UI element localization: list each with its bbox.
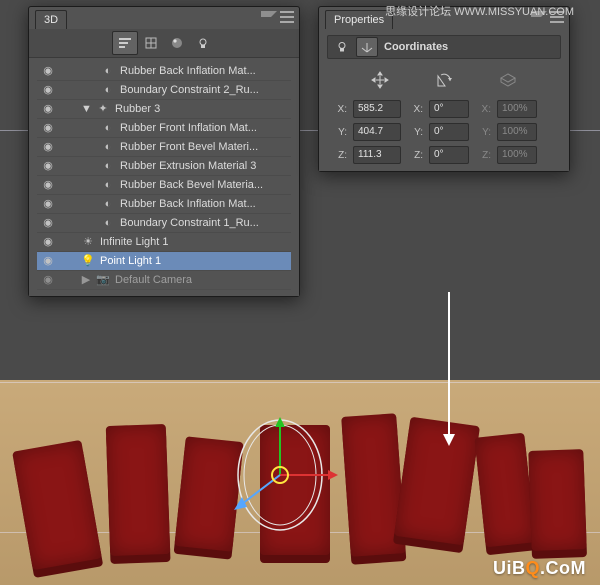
sun-light-icon: ☀ xyxy=(81,235,95,249)
coord-x-rotation[interactable]: 0° xyxy=(429,100,469,118)
coordinates-grid: X: 585.2 X: 0° X: 100% Y: 404.7 Y: 0° Y:… xyxy=(327,99,561,165)
coord-x-position[interactable]: 585.2 xyxy=(353,100,401,118)
tree-row[interactable]: ◉ ◐ Rubber Back Inflation Mat... xyxy=(37,62,291,81)
properties-panel[interactable]: Properties Coordinates X: 585.2 X: 0° X:… xyxy=(318,6,570,172)
coord-label: Z: xyxy=(475,150,491,161)
visibility-eye-icon[interactable]: ◉ xyxy=(41,216,55,230)
tree-label: Boundary Constraint 1_Ru... xyxy=(120,214,287,232)
tree-label: Rubber Front Bevel Materi... xyxy=(120,138,287,156)
panel-titlebar[interactable]: 3D xyxy=(29,7,299,29)
tree-row[interactable]: ◉ ◐ Boundary Constraint 1_Ru... xyxy=(37,214,291,233)
material-sphere-icon: ◐ xyxy=(101,140,115,154)
coord-label: Z: xyxy=(331,150,347,161)
tree-label: Boundary Constraint 2_Ru... xyxy=(120,81,287,99)
tree-label: Rubber Extrusion Material 3 xyxy=(120,157,287,175)
3d-text-scene xyxy=(10,395,590,580)
visibility-eye-icon[interactable]: ◉ xyxy=(41,197,55,211)
tree-row[interactable]: ◉ ◐ Rubber Front Bevel Materi... xyxy=(37,138,291,157)
panel-menu-icon[interactable] xyxy=(280,11,294,23)
tree-row[interactable]: ◉ 💡 Point Light 1 xyxy=(37,252,291,271)
coord-label: X: xyxy=(331,104,347,115)
tree-label: Rubber Front Inflation Mat... xyxy=(120,119,287,137)
coord-label: Z: xyxy=(407,150,423,161)
visibility-eye-icon[interactable]: ◉ xyxy=(41,102,55,116)
move-mode-icon[interactable] xyxy=(369,69,391,91)
rotate-mode-icon[interactable] xyxy=(433,69,455,91)
visibility-eye-icon[interactable]: ◉ xyxy=(41,235,55,249)
filter-mesh-icon[interactable] xyxy=(138,31,164,55)
filter-scene-icon[interactable] xyxy=(112,31,138,55)
tree-label: Rubber Back Inflation Mat... xyxy=(120,62,287,80)
coord-label: Y: xyxy=(331,127,347,138)
coordinates-tab-icon[interactable] xyxy=(356,37,378,57)
coord-y-rotation[interactable]: 0° xyxy=(429,123,469,141)
material-sphere-icon: ◐ xyxy=(101,83,115,97)
coord-z-rotation[interactable]: 0° xyxy=(429,146,469,164)
coord-z-scale: 100% xyxy=(497,146,537,164)
bulb-light-icon xyxy=(334,39,350,55)
tab-properties[interactable]: Properties xyxy=(325,10,393,29)
disclosure-triangle-icon[interactable]: ▶ xyxy=(81,271,91,289)
material-sphere-icon: ◐ xyxy=(101,64,115,78)
panel-flyout-icon[interactable] xyxy=(531,11,547,27)
coord-y-position[interactable]: 404.7 xyxy=(353,123,401,141)
tree-row[interactable]: ◉ ◐ Rubber Front Inflation Mat... xyxy=(37,119,291,138)
3d-filter-toolbar xyxy=(29,29,299,58)
filter-light-icon[interactable] xyxy=(190,31,216,55)
scene-tree[interactable]: ◉ ◐ Rubber Back Inflation Mat... ◉ ◐ Boundar… xyxy=(37,62,291,290)
panel-flyout-icon[interactable] xyxy=(261,11,277,27)
guide-line xyxy=(0,532,600,533)
tree-row[interactable]: ◉ ▼ ✦ Rubber 3 xyxy=(37,100,291,119)
coord-label: Y: xyxy=(407,127,423,138)
transform-mode-toolbar xyxy=(327,63,561,99)
coord-label: Y: xyxy=(475,127,491,138)
3d-panel[interactable]: 3D ◉ ◐ Rubber Back Inflation Mat... ◉ ◐ Boun… xyxy=(28,6,300,297)
tab-label: Properties xyxy=(334,14,384,26)
guide-line xyxy=(0,382,600,383)
coord-label: X: xyxy=(407,104,423,115)
material-sphere-icon: ◐ xyxy=(101,121,115,135)
tree-row[interactable]: ◉ ▶ 📷 Default Camera xyxy=(37,271,291,290)
tab-3d[interactable]: 3D xyxy=(35,10,67,29)
visibility-eye-icon[interactable]: ◉ xyxy=(41,83,55,97)
tab-label: 3D xyxy=(44,14,58,26)
coord-z-position[interactable]: 111.3 xyxy=(353,146,401,164)
tree-row[interactable]: ◉ ◐ Boundary Constraint 2_Ru... xyxy=(37,81,291,100)
bulb-light-icon: 💡 xyxy=(81,254,95,268)
tree-label: Infinite Light 1 xyxy=(100,233,287,251)
properties-section-header[interactable]: Coordinates xyxy=(327,35,561,59)
tree-row[interactable]: ◉ ☀ Infinite Light 1 xyxy=(37,233,291,252)
tree-label: Rubber Back Inflation Mat... xyxy=(120,195,287,213)
coord-y-scale: 100% xyxy=(497,123,537,141)
coord-label: X: xyxy=(475,104,491,115)
camera-icon: 📷 xyxy=(96,273,110,287)
mesh-icon: ✦ xyxy=(96,102,110,116)
visibility-eye-icon[interactable]: ◉ xyxy=(41,273,55,287)
material-sphere-icon: ◐ xyxy=(101,216,115,230)
section-title: Coordinates xyxy=(384,41,448,53)
scale-mode-icon[interactable] xyxy=(497,69,519,91)
tree-row[interactable]: ◉ ◐ Rubber Back Inflation Mat... xyxy=(37,195,291,214)
material-sphere-icon: ◐ xyxy=(101,197,115,211)
coord-x-scale: 100% xyxy=(497,100,537,118)
annotation-arrow-icon xyxy=(442,288,456,448)
visibility-eye-icon[interactable]: ◉ xyxy=(41,254,55,268)
tree-row[interactable]: ◉ ◐ Rubber Extrusion Material 3 xyxy=(37,157,291,176)
visibility-eye-icon[interactable]: ◉ xyxy=(41,121,55,135)
filter-material-icon[interactable] xyxy=(164,31,190,55)
visibility-eye-icon[interactable]: ◉ xyxy=(41,64,55,78)
material-sphere-icon: ◐ xyxy=(101,178,115,192)
tree-label: Default Camera xyxy=(115,271,287,289)
tree-label: Rubber Back Bevel Materia... xyxy=(120,176,287,194)
tree-label: Rubber 3 xyxy=(115,100,287,118)
visibility-eye-icon[interactable]: ◉ xyxy=(41,140,55,154)
tree-label: Point Light 1 xyxy=(100,252,287,270)
material-sphere-icon: ◐ xyxy=(101,159,115,173)
panel-menu-icon[interactable] xyxy=(550,11,564,23)
visibility-eye-icon[interactable]: ◉ xyxy=(41,159,55,173)
visibility-eye-icon[interactable]: ◉ xyxy=(41,178,55,192)
disclosure-triangle-icon[interactable]: ▼ xyxy=(81,100,91,118)
tree-row[interactable]: ◉ ◐ Rubber Back Bevel Materia... xyxy=(37,176,291,195)
3d-move-gizmo[interactable] xyxy=(220,415,340,535)
